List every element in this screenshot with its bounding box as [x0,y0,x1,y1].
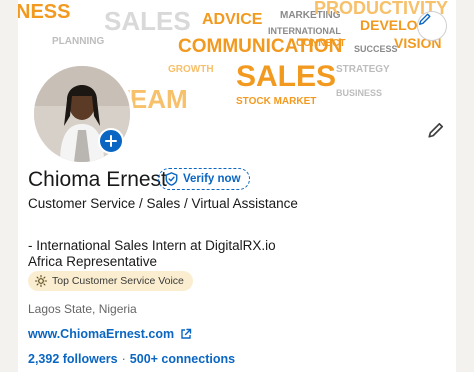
edit-profile-button[interactable] [424,118,448,142]
banner-word: COMMUNICATION [178,36,342,57]
pencil-icon [419,13,431,25]
experience-line: - International Sales Intern at DigitalR… [28,238,276,253]
banner-word: SALES [236,60,336,93]
top-voice-badge[interactable]: Top Customer Service Voice [28,271,193,291]
sun-icon [35,275,47,287]
pencil-icon [428,122,444,138]
plus-icon [105,135,117,147]
banner-word: GROWTH [168,64,214,75]
connections-link[interactable]: 500+ connections [130,352,235,366]
badge-label: Top Customer Service Voice [52,275,184,287]
banner-word: DEVELOP [360,17,427,33]
website-label: www.ChiomaErnest.com [28,327,175,341]
profile-name: Chioma Ernest [28,168,167,191]
banner-word: INTERNATIONAL [268,26,341,36]
banner-word: PLANNING [52,36,104,47]
banner-word: BUSINESS [336,88,382,98]
followers-link[interactable]: 2,392 followers [28,352,118,366]
banner-word: STOCK MARKET [236,96,316,107]
shield-check-icon [165,172,178,186]
banner-word: SALES [104,6,191,36]
profile-headline: Customer Service / Sales / Virtual Assis… [28,196,298,211]
add-photo-button[interactable] [98,128,124,154]
experience-line: Africa Representative [28,254,158,269]
edit-banner-button[interactable] [418,12,446,40]
profile-stats: 2,392 followers · 500+ connections [28,352,235,366]
external-link-icon [181,328,192,339]
banner-word: SUCCESS [354,44,398,54]
banner-word: ADVICE [202,11,263,28]
verify-label: Verify now [183,173,241,185]
website-link[interactable]: www.ChiomaErnest.com [28,327,192,341]
stats-separator: · [121,352,126,366]
banner-word: STRATEGY [336,64,390,75]
profile-location: Lagos State, Nigeria [28,302,137,316]
profile-card: NESS SALES ADVICE MARKETING PRODUCTIVITY… [18,0,456,372]
verify-now-button[interactable]: Verify now [158,168,250,190]
banner-word: NESS [18,1,70,23]
